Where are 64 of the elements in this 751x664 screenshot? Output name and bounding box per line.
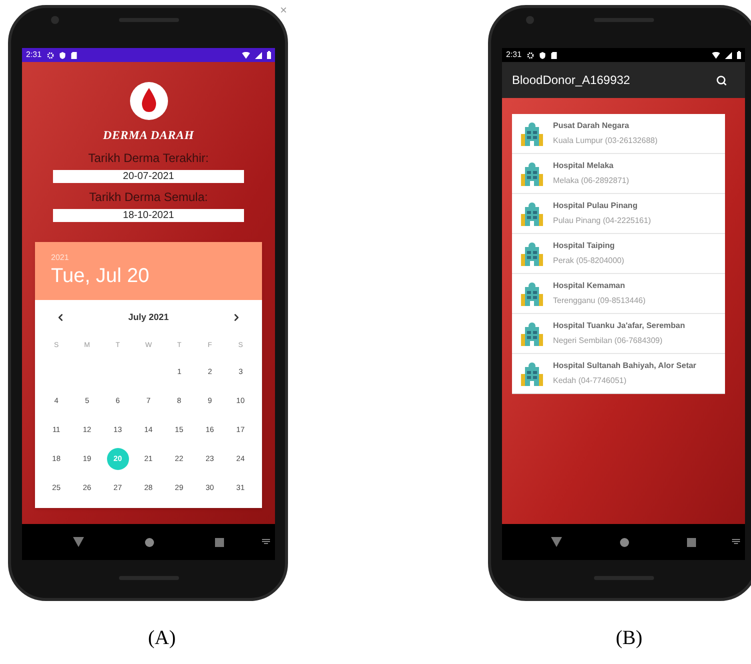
- hospital-item[interactable]: Hospital Tuanku Ja'afar, Seremban Negeri Sembilan (06-7684309): [512, 314, 725, 354]
- hospital-building-icon: [521, 322, 543, 346]
- hospital-name: Hospital Tuanku Ja'afar, Seremban: [553, 320, 686, 332]
- hospital-location: Kuala Lumpur (03-26132688): [553, 135, 658, 147]
- logo-text: DERMA DARAH: [103, 127, 194, 144]
- hospital-item[interactable]: Hospital Melaka Melaka (06-2892871): [512, 154, 725, 194]
- hospital-name: Hospital Sultanah Bahiyah, Alor Setar: [553, 360, 696, 372]
- hospital-location: Kedah (04-7746051): [553, 375, 628, 387]
- hospital-building-icon: [521, 242, 543, 266]
- home-icon[interactable]: [144, 538, 154, 546]
- keyboard-icon[interactable]: [732, 539, 740, 544]
- recents-icon[interactable]: [687, 538, 696, 546]
- keyboard-icon[interactable]: [262, 539, 270, 544]
- wifi-icon: [242, 52, 250, 58]
- wifi-icon: [712, 52, 720, 58]
- hospital-name: Hospital Melaka: [553, 160, 614, 172]
- recents-icon[interactable]: [215, 538, 224, 546]
- hospital-item[interactable]: Pusat Darah Negara Kuala Lumpur (03-26132688): [512, 114, 725, 154]
- hospital-item[interactable]: Hospital Kemaman Terengganu (09-8513446): [512, 274, 725, 314]
- sd-card-icon: [70, 52, 77, 58]
- hospital-name: Hospital Pulau Pinang: [553, 200, 638, 212]
- date-field[interactable]: 18-10-2021: [53, 209, 244, 222]
- shield-icon: [538, 52, 546, 58]
- hospital-building-icon: [521, 362, 543, 386]
- field-label: Tarikh Derma Semula:: [89, 189, 208, 205]
- shield-icon: [58, 52, 66, 58]
- battery-icon: [267, 51, 271, 59]
- hospital-item[interactable]: Hospital Sultanah Bahiyah, Alor Setar Kedah (04-7746051): [512, 354, 725, 394]
- camera-icon: [50, 16, 58, 24]
- home-icon[interactable]: [620, 538, 629, 546]
- gear-icon: [526, 52, 534, 58]
- hospital-location: Melaka (06-2892871): [553, 175, 630, 187]
- hospital-name: Hospital Kemaman: [553, 280, 626, 292]
- hospital-location: Pulau Pinang (04-2225161): [553, 215, 651, 227]
- battery-icon: [737, 51, 741, 59]
- hospital-item[interactable]: Hospital Pulau Pinang Pulau Pinang (04-2225161): [512, 194, 725, 234]
- hospital-building-icon: [521, 162, 543, 186]
- figure-caption: (B): [616, 626, 642, 651]
- selected-date: Tue, Jul 20: [51, 264, 150, 288]
- gear-icon: [46, 52, 54, 58]
- app-title: BloodDonor_A169932: [512, 72, 630, 89]
- hospital-location: Perak (05-8204000): [553, 255, 624, 267]
- hospital-location: Terengganu (09-8513446): [553, 295, 646, 307]
- back-icon[interactable]: [72, 537, 84, 547]
- camera-icon: [526, 16, 534, 24]
- hospital-item[interactable]: Hospital Taiping Perak (05-8204000): [512, 234, 725, 274]
- sd-card-icon: [550, 52, 557, 58]
- field-label: Tarikh Derma Terakhir:: [88, 150, 209, 166]
- search-icon[interactable]: [716, 74, 727, 86]
- blood-drop-logo: [130, 82, 168, 120]
- status-time: 2:31: [506, 51, 522, 59]
- hospital-name: Hospital Taiping: [553, 240, 616, 252]
- back-icon[interactable]: [551, 537, 562, 547]
- signal-icon: [255, 52, 262, 58]
- figure-caption: (A): [148, 626, 176, 651]
- hospital-building-icon: [521, 202, 543, 226]
- hospital-name: Pusat Darah Negara: [553, 120, 630, 132]
- hospital-location: Negeri Sembilan (06-7684309): [553, 335, 664, 347]
- hospital-building-icon: [521, 282, 543, 306]
- hospital-building-icon: [521, 122, 543, 146]
- signal-icon: [725, 52, 732, 58]
- status-time: 2:31: [26, 51, 42, 59]
- date-field[interactable]: 20-07-2021: [53, 170, 244, 183]
- month-title: July 2021: [128, 310, 169, 324]
